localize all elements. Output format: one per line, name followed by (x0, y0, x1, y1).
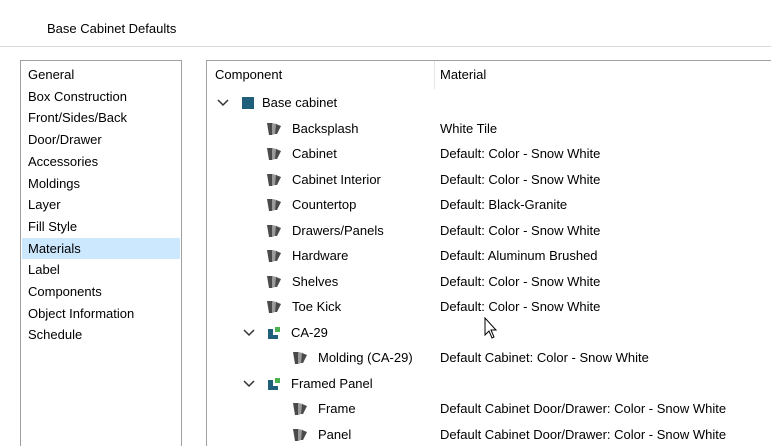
materials-tree-table[interactable]: Component Material Base cabinet Backsplas… (206, 60, 771, 446)
material-value[interactable]: Default: Color - Snow White (440, 269, 600, 295)
sidebar-item-front-sides-back[interactable]: Front/Sides/Back (22, 107, 180, 128)
material-swatch-icon (291, 349, 309, 367)
tree-row[interactable]: Shelves Default: Color - Snow White (207, 269, 770, 295)
component-name: Panel (318, 426, 352, 442)
column-header-component[interactable]: Component (207, 61, 435, 89)
cabinet-group-icon (239, 94, 257, 112)
tree-row[interactable]: Countertop Default: Black-Granite (207, 192, 770, 218)
sidebar-item-components[interactable]: Components (22, 281, 180, 302)
material-swatch-icon (265, 247, 283, 265)
component-name: Frame (318, 401, 356, 416)
material-value[interactable]: Default: Black-Granite (440, 192, 567, 218)
material-value[interactable]: Default Cabinet: Color - Snow White (440, 345, 649, 371)
material-swatch-icon (265, 171, 283, 189)
tree-row[interactable]: Cabinet Default: Color - Snow White (207, 141, 770, 167)
material-value[interactable]: Default: Color - Snow White (440, 218, 600, 244)
component-name: Drawers/Panels (292, 222, 384, 238)
component-name: CA-29 (291, 324, 328, 340)
chevron-down-icon[interactable] (217, 90, 229, 116)
component-name: Hardware (292, 248, 349, 263)
component-name: Framed Panel (291, 375, 373, 391)
tree-row[interactable]: Frame Default Cabinet Door/Drawer: Color … (207, 396, 770, 422)
chevron-down-icon[interactable] (243, 320, 255, 346)
component-name: Molding (CA-29) (318, 350, 413, 365)
molding-group-icon (265, 375, 283, 393)
tree-row[interactable]: Base cabinet (207, 90, 770, 116)
sidebar-item-general[interactable]: General (22, 64, 180, 85)
material-value[interactable]: White Tile (440, 116, 497, 142)
category-list[interactable]: General Box Construction Front/Sides/Back D… (20, 60, 182, 446)
material-value[interactable]: Default: Color - Snow White (440, 294, 600, 320)
component-name: Shelves (292, 273, 339, 289)
tree-row[interactable]: Framed Panel (207, 371, 770, 397)
material-value[interactable]: Default Cabinet Door/Drawer: Color - Sno… (440, 422, 726, 446)
chevron-down-icon[interactable] (243, 371, 255, 397)
tree-row[interactable]: Molding (CA-29) Default Cabinet: Color - … (207, 345, 770, 371)
tree-row[interactable]: Cabinet Interior Default: Color - Snow Wh… (207, 167, 770, 193)
material-value[interactable]: Default: Color - Snow White (440, 167, 600, 193)
material-swatch-icon (265, 196, 283, 214)
dialog-title: Base Cabinet Defaults (47, 21, 177, 36)
tree-row[interactable]: Backsplash White Tile (207, 116, 770, 142)
component-name: Backsplash (292, 120, 359, 136)
tree-row[interactable]: Panel Default Cabinet Door/Drawer: Color … (207, 422, 770, 446)
sidebar-item-accessories[interactable]: Accessories (22, 151, 180, 172)
material-swatch-icon (291, 400, 309, 418)
material-value[interactable]: Default: Aluminum Brushed (440, 243, 598, 269)
material-value[interactable]: Default Cabinet Door/Drawer: Color - Sno… (440, 396, 726, 422)
material-swatch-icon (265, 120, 283, 138)
material-value[interactable]: Default: Color - Snow White (440, 141, 600, 167)
sidebar-item-door-drawer[interactable]: Door/Drawer (22, 129, 180, 150)
component-name: Toe Kick (292, 299, 342, 314)
material-swatch-icon (265, 222, 283, 240)
material-swatch-icon (265, 298, 283, 316)
molding-group-icon (265, 324, 283, 342)
component-name: Countertop (292, 197, 357, 212)
material-swatch-icon (291, 426, 309, 444)
sidebar-item-moldings[interactable]: Moldings (22, 173, 180, 194)
material-swatch-icon (265, 273, 283, 291)
tree-row[interactable]: Hardware Default: Aluminum Brushed (207, 243, 770, 269)
mouse-pointer-icon (484, 317, 498, 339)
dialog-title-bar: Base Cabinet Defaults (0, 0, 771, 47)
tree-row[interactable]: Toe Kick Default: Color - Snow White (207, 294, 770, 320)
sidebar-item-schedule[interactable]: Schedule (22, 324, 180, 345)
material-swatch-icon (265, 145, 283, 163)
sidebar-item-label[interactable]: Label (22, 259, 180, 280)
sidebar-item-materials[interactable]: Materials (22, 237, 180, 259)
sidebar-item-box-construction[interactable]: Box Construction (22, 86, 180, 107)
component-name: Cabinet (292, 146, 337, 161)
sidebar-item-layer[interactable]: Layer (22, 194, 180, 215)
column-header-material[interactable]: Material (435, 61, 770, 89)
tree-row[interactable]: Drawers/Panels Default: Color - Snow Whit… (207, 218, 770, 244)
component-name: Cabinet Interior (292, 171, 381, 187)
sidebar-item-object-information[interactable]: Object Information (22, 303, 180, 324)
component-name: Base cabinet (262, 95, 338, 110)
sidebar-item-fill-style[interactable]: Fill Style (22, 216, 180, 237)
